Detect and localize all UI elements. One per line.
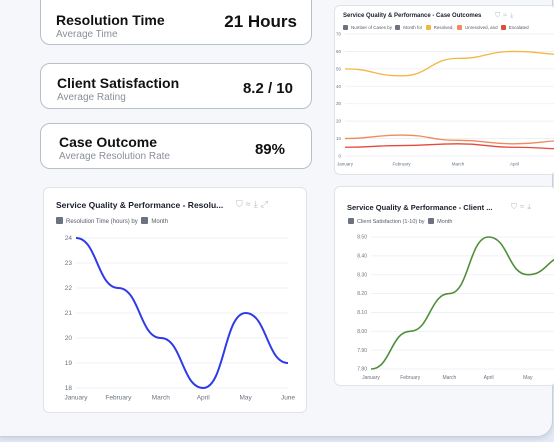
kpi-label: Client Satisfaction	[57, 75, 180, 91]
chart-plot-client-satisfaction: 7.80 7.90 8.00 8.10 8.20 8.30 8.40 8.50 January F…	[357, 235, 554, 381]
y-tick-label: 8.00	[357, 329, 367, 335]
x-tick-label: June	[281, 395, 295, 402]
y-tick-label: 8.40	[357, 254, 367, 260]
y-tick-label: 7.80	[357, 367, 367, 373]
x-tick-label: April	[197, 395, 211, 402]
y-tick-label: 70	[336, 32, 342, 37]
chart-plot-resolution-time: 18 19 20 21 22 23 24 January February March April M…	[64, 235, 295, 402]
kpi-sublabel: Average Rating	[57, 92, 126, 103]
kpi-card-client-satisfaction[interactable]: Client Satisfaction Average Rating 8.2 /…	[40, 63, 312, 109]
kpi-sublabel: Average Time	[56, 29, 118, 40]
kpi-value: 89%	[254, 141, 285, 158]
y-tick-label: 8.30	[357, 272, 367, 278]
x-tick-label: March	[442, 375, 456, 381]
chart-card-case-outcomes: Service Quality & Performance - Case Out…	[334, 5, 554, 175]
chart-card-client-satisfaction: Service Quality & Performance - Client .…	[334, 186, 554, 386]
series-line-escalated[interactable]	[344, 143, 554, 150]
y-tick-label: 0	[338, 154, 341, 159]
x-tick-label: April	[510, 162, 519, 167]
y-tick-label: 40	[336, 84, 342, 89]
y-tick-label: 60	[336, 49, 342, 54]
series-line-unresolved[interactable]	[344, 134, 554, 145]
y-tick-label: 30	[336, 101, 342, 106]
chart-card-resolution-time: Service Quality & Performance - Resolu..…	[43, 187, 307, 413]
series-line-resolved[interactable]	[344, 50, 554, 77]
x-tick-label: January	[362, 375, 380, 381]
y-tick-label: 10	[336, 136, 342, 141]
x-tick-label: March	[152, 395, 170, 402]
kpi-card-resolution-time[interactable]: Resolution Time Average Time 21 Hours	[40, 0, 312, 45]
x-tick-label: March	[452, 162, 465, 167]
kpi-label: Case Outcome	[59, 134, 158, 150]
y-tick-label: 22	[65, 285, 73, 292]
x-tick-label: May	[523, 375, 533, 381]
y-tick-label: 21	[65, 310, 73, 317]
y-tick-label: 8.50	[357, 235, 367, 241]
x-tick-label: May	[239, 395, 252, 402]
y-tick-label: 50	[336, 66, 342, 71]
series-line[interactable]	[370, 236, 554, 370]
y-tick-label: 19	[65, 360, 73, 367]
y-tick-label: 20	[336, 119, 342, 124]
kpi-value: 21 Hours	[224, 12, 297, 31]
x-tick-label: April	[484, 375, 494, 381]
kpi-value: 8.2 / 10	[242, 80, 293, 97]
kpi-sublabel: Average Resolution Rate	[59, 151, 170, 162]
kpi-label: Resolution Time	[56, 12, 165, 28]
y-tick-label: 23	[65, 260, 73, 267]
x-tick-label: February	[392, 162, 411, 167]
y-tick-label: 8.20	[357, 291, 367, 297]
x-tick-label: January	[64, 395, 88, 402]
y-tick-label: 7.90	[357, 348, 367, 354]
kpi-card-case-outcome[interactable]: Case Outcome Average Resolution Rate 89%	[40, 123, 312, 169]
y-tick-label: 18	[65, 385, 73, 392]
y-tick-label: 8.10	[357, 310, 367, 316]
y-tick-label: 24	[65, 235, 73, 242]
chart-plot-case-outcomes: 0 10 20 30 40 50 60 70 January February March April…	[336, 32, 554, 167]
x-tick-label: February	[400, 375, 421, 381]
y-tick-label: 20	[65, 335, 73, 342]
x-tick-label: February	[105, 395, 132, 402]
x-tick-label: January	[337, 162, 354, 167]
